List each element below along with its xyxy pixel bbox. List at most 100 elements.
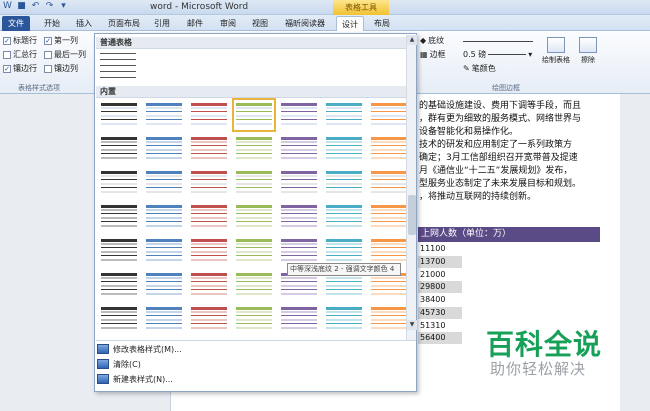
table-style-thumbnail[interactable] [326,102,362,128]
table-style-thumbnail[interactable] [146,102,182,128]
table-style-thumbnail[interactable] [101,238,137,264]
tab-mailings[interactable]: 邮件 [181,16,209,31]
checkbox-box[interactable] [3,50,11,59]
table-style-thumbnail[interactable] [281,102,317,128]
table-style-thumbnail[interactable] [281,170,317,196]
tab-references[interactable]: 引用 [148,16,176,31]
table-style-thumbnail[interactable] [281,238,317,264]
checkbox-box[interactable] [44,50,52,59]
checkbox-box[interactable]: ✓ [3,36,11,45]
draw-table-label: 绘制表格 [542,56,570,64]
scroll-down-icon[interactable]: ▼ [407,320,417,330]
pen-weight-select[interactable]: 0.5 磅 ▾ [463,49,532,60]
plain-table-style[interactable] [100,53,136,81]
tab-design[interactable]: 设计 [336,16,364,31]
table-style-thumbnail[interactable] [146,170,182,196]
checkbox-box[interactable]: ✓ [44,36,52,45]
table-style-thumbnail[interactable] [101,204,137,230]
table-style-thumbnail[interactable] [236,306,272,332]
ribbon-tab-bar: 文件 开始 插入 页面布局 引用 邮件 审阅 视图 福昕阅读器 设计 布局 [0,15,650,31]
table-style-thumbnail[interactable] [236,170,272,196]
table-style-thumbnail[interactable] [371,102,407,128]
table-style-thumbnail[interactable] [191,136,227,162]
menu-modify-table-style[interactable]: 修改表格样式(M)... [97,342,407,356]
tab-review[interactable]: 审阅 [214,16,242,31]
tab-page-layout[interactable]: 页面布局 [104,16,144,31]
table-style-thumbnail[interactable] [326,238,362,264]
doc-line: 技术的研发和应用制定了一系列政策方 [419,140,573,150]
table-style-thumbnail[interactable] [326,306,362,332]
table-style-thumbnail[interactable] [191,170,227,196]
borders-button[interactable]: ▦ 边框 [420,49,446,60]
table-style-thumbnail[interactable] [101,306,137,332]
table-style-thumbnail[interactable] [191,306,227,332]
eraser-label: 擦除 [581,56,595,64]
customize-qat-icon[interactable]: ▾ [58,1,69,12]
table-style-thumbnail[interactable] [191,204,227,230]
tab-foxit-reader[interactable]: 福昕阅读器 [279,16,331,31]
checkbox-header-row[interactable]: ✓ 标题行 [3,35,37,46]
table-style-thumbnail[interactable] [146,136,182,162]
table-style-thumbnail[interactable] [236,238,272,264]
table-style-thumbnail[interactable] [191,102,227,128]
table-style-thumbnail[interactable] [232,98,276,132]
shading-label: 底纹 [428,36,445,45]
redo-icon[interactable]: ↷ [44,1,55,12]
table-style-thumbnail[interactable] [146,204,182,230]
table-style-thumbnail[interactable] [101,136,137,162]
borders-label: 边框 [429,50,446,59]
undo-icon[interactable]: ↶ [30,1,41,12]
save-icon[interactable]: ■ [16,1,27,12]
gallery-scrollbar[interactable]: ▲ ▼ [406,35,417,340]
pen-style-line[interactable] [463,41,533,42]
eraser-icon [579,37,597,53]
shading-button[interactable]: ◆ 底纹 [420,35,444,46]
table-style-thumbnail[interactable] [146,272,182,298]
table-style-thumbnail[interactable] [101,170,137,196]
scroll-thumb[interactable] [408,195,416,235]
table-style-thumbnail[interactable] [146,238,182,264]
table-style-thumbnail[interactable] [371,204,407,230]
table-style-thumbnail[interactable] [371,136,407,162]
tab-view[interactable]: 视图 [246,16,274,31]
table-style-thumbnail[interactable] [236,136,272,162]
table-style-thumbnail[interactable] [236,204,272,230]
checkbox-last-column[interactable]: 最后一列 [44,49,86,60]
word-logo-icon: W [3,1,12,11]
menu-clear[interactable]: 清除(C) [97,357,407,371]
pen-color-button[interactable]: ✎ 笔颜色 [463,63,496,74]
tab-file[interactable]: 文件 [2,16,30,31]
table-style-thumbnail[interactable] [371,306,407,332]
table-style-thumbnail[interactable] [281,204,317,230]
table-style-thumbnail[interactable] [101,272,137,298]
menu-new-table-style[interactable]: 新建表样式(N)... [97,372,407,386]
table-style-thumbnail[interactable] [191,272,227,298]
table-style-thumbnail[interactable] [146,306,182,332]
table-style-thumbnail[interactable] [326,204,362,230]
table-style-thumbnail[interactable] [281,136,317,162]
table-style-thumbnail[interactable] [326,170,362,196]
draw-table-button[interactable]: 绘制表格 [538,37,574,65]
table-style-thumbnail[interactable] [371,238,407,264]
style-tooltip: 中等深浅底纹 2 - 强调文字颜色 4 [287,263,401,276]
table-style-thumbnail[interactable] [326,136,362,162]
checkbox-banded-columns[interactable]: 镶边列 [44,63,78,74]
table-style-thumbnail[interactable] [236,272,272,298]
menu-label: 新建表样式(N)... [113,374,173,384]
scroll-up-icon[interactable]: ▲ [407,35,417,45]
tab-layout[interactable]: 布局 [368,16,396,31]
checkbox-total-row[interactable]: 汇总行 [3,49,37,60]
checkbox-box[interactable]: ✓ [3,64,11,73]
tab-insert[interactable]: 插入 [70,16,98,31]
table-style-thumbnail[interactable] [371,170,407,196]
checkbox-first-column[interactable]: ✓ 第一列 [44,35,78,46]
table-style-thumbnail[interactable] [101,102,137,128]
menu-label: 清除(C) [113,359,141,369]
checkbox-banded-rows[interactable]: ✓ 镶边行 [3,63,37,74]
checkbox-box[interactable] [44,64,52,73]
tab-home[interactable]: 开始 [38,16,66,31]
table-cell: 13700 [418,256,462,268]
eraser-button[interactable]: 擦除 [576,37,600,65]
table-style-thumbnail[interactable] [191,238,227,264]
table-style-thumbnail[interactable] [281,306,317,332]
